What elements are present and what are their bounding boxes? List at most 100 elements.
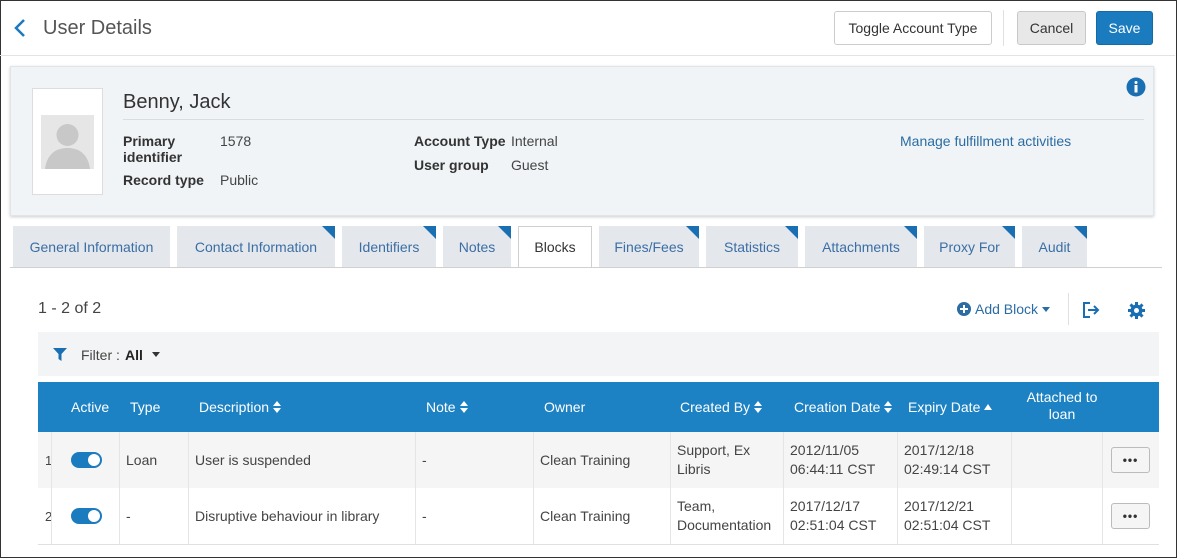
tab-label: General Information bbox=[29, 238, 154, 255]
cell-divider bbox=[51, 432, 52, 488]
results-count: 1 - 2 of 2 bbox=[38, 300, 102, 317]
column-label-line1: Attached to bbox=[1026, 389, 1098, 405]
column-label: Description bbox=[199, 399, 270, 415]
tab-corner-marker bbox=[498, 226, 511, 239]
account-type-label: Account Type bbox=[414, 133, 506, 149]
column-header-expiry-date[interactable]: Expiry Date bbox=[908, 399, 993, 415]
cell-divider bbox=[415, 488, 416, 544]
manage-fulfillment-link[interactable]: Manage fulfillment activities bbox=[900, 133, 1071, 149]
tab-label: Blocks bbox=[534, 239, 576, 255]
column-header-creation-date[interactable]: Creation Date bbox=[794, 399, 893, 415]
cell-creation-date-line1: 2017/12/17 bbox=[790, 498, 861, 514]
row-actions-button[interactable]: ••• bbox=[1111, 447, 1150, 473]
column-header-created-by[interactable]: Created By bbox=[680, 399, 763, 415]
cell-created-by-line2: Libris bbox=[677, 461, 711, 477]
column-label: Created By bbox=[680, 399, 751, 415]
column-header-description[interactable]: Description bbox=[199, 399, 282, 415]
tab-audit[interactable]: Audit bbox=[1022, 226, 1087, 267]
column-label: Owner bbox=[544, 399, 586, 415]
cell-expiry-date-line1: 2017/12/21 bbox=[904, 498, 975, 514]
tab-notes[interactable]: Notes bbox=[443, 226, 511, 267]
column-label: Type bbox=[130, 399, 161, 415]
cell-divider bbox=[415, 432, 416, 488]
cell-divider bbox=[188, 488, 189, 544]
tab-label: Fines/Fees bbox=[614, 238, 684, 255]
cell-expiry-date-line2: 02:51:04 CST bbox=[904, 517, 991, 533]
column-header-type: Type bbox=[130, 399, 160, 415]
cell-type: - bbox=[126, 508, 131, 524]
cell-created-by-line1: Support, Ex bbox=[677, 442, 751, 458]
tab-attachments[interactable]: Attachments bbox=[805, 226, 917, 267]
filter-caret-icon[interactable] bbox=[152, 352, 160, 357]
table-bottom-border bbox=[38, 544, 1159, 545]
add-block-button[interactable]: Add Block bbox=[957, 301, 1051, 317]
gear-icon[interactable] bbox=[1128, 302, 1145, 319]
toggle-knob bbox=[88, 454, 100, 466]
tab-general-information[interactable]: General Information bbox=[13, 226, 170, 267]
cell-divider bbox=[1102, 488, 1103, 544]
column-header-attached-to-loan: Attached to loan bbox=[1026, 389, 1098, 422]
tabs-baseline bbox=[10, 267, 1162, 268]
sort-icon bbox=[459, 401, 468, 413]
cancel-button[interactable]: Cancel bbox=[1017, 11, 1086, 45]
filter-bar: Filter : All bbox=[38, 332, 1159, 376]
sort-icon bbox=[754, 401, 763, 413]
tab-label: Identifiers bbox=[358, 238, 420, 255]
cell-owner: Clean Training bbox=[540, 452, 631, 468]
info-icon[interactable] bbox=[1126, 77, 1146, 97]
tab-identifiers[interactable]: Identifiers bbox=[342, 226, 436, 267]
cell-divider bbox=[1011, 432, 1012, 488]
back-arrow-icon[interactable] bbox=[12, 17, 30, 39]
header-divider bbox=[1003, 10, 1004, 46]
cell-expiry-date-line2: 02:49:14 CST bbox=[904, 461, 991, 477]
cell-owner: Clean Training bbox=[540, 508, 631, 524]
tab-statistics[interactable]: Statistics bbox=[706, 226, 798, 267]
tab-fines-fees[interactable]: Fines/Fees bbox=[599, 226, 699, 267]
card-divider bbox=[123, 119, 1144, 120]
cell-type: Loan bbox=[126, 452, 158, 468]
page-title: User Details bbox=[43, 17, 152, 39]
cell-divider bbox=[897, 432, 898, 488]
column-header-active: Active bbox=[71, 399, 109, 415]
column-label: Expiry Date bbox=[908, 399, 981, 415]
tab-corner-marker bbox=[1002, 226, 1015, 239]
cell-divider bbox=[1011, 488, 1012, 544]
column-label: Active bbox=[71, 399, 110, 415]
tab-corner-marker bbox=[904, 226, 917, 239]
tab-label: Contact Information bbox=[194, 238, 318, 255]
tab-contact-information[interactable]: Contact Information bbox=[177, 226, 335, 267]
active-toggle[interactable] bbox=[71, 508, 102, 524]
toggle-knob bbox=[88, 510, 100, 522]
cell-note: - bbox=[422, 452, 427, 468]
cell-created-by-line1: Team, bbox=[677, 498, 716, 514]
export-icon[interactable] bbox=[1081, 301, 1101, 319]
column-label: Creation Date bbox=[794, 399, 881, 415]
row-actions-button[interactable]: ••• bbox=[1111, 503, 1150, 529]
tab-blocks[interactable]: Blocks bbox=[518, 226, 592, 268]
cell-description: Disruptive behaviour in library bbox=[195, 508, 380, 524]
sort-icon bbox=[884, 401, 893, 413]
toolbar-divider bbox=[1068, 293, 1069, 325]
sort-icon bbox=[273, 401, 282, 413]
user-silhouette-icon bbox=[45, 123, 90, 169]
cell-created-by-line2: Documentation bbox=[677, 517, 772, 533]
avatar bbox=[32, 88, 103, 195]
save-button[interactable]: Save bbox=[1096, 11, 1153, 45]
cell-divider bbox=[897, 488, 898, 544]
filter-value-dropdown[interactable]: All bbox=[125, 347, 143, 363]
primary-identifier-label-line1: Primary bbox=[123, 133, 176, 149]
user-group-label: User group bbox=[414, 157, 489, 173]
cell-divider bbox=[783, 488, 784, 544]
column-header-note[interactable]: Note bbox=[426, 399, 468, 415]
cell-divider bbox=[51, 488, 52, 544]
tab-proxy-for[interactable]: Proxy For bbox=[924, 226, 1015, 267]
add-block-label: Add Block bbox=[975, 301, 1039, 317]
tab-label: Attachments bbox=[822, 238, 900, 255]
caret-down-icon bbox=[1042, 306, 1051, 312]
toggle-account-type-button[interactable]: Toggle Account Type bbox=[834, 11, 992, 45]
user-group-value: Guest bbox=[511, 157, 549, 173]
cell-expiry-date-line1: 2017/12/18 bbox=[904, 442, 975, 458]
active-toggle[interactable] bbox=[71, 452, 102, 468]
filter-funnel-icon[interactable] bbox=[53, 348, 67, 361]
table-row: 1 Loan User is suspended - Clean Trainin… bbox=[38, 432, 1159, 488]
